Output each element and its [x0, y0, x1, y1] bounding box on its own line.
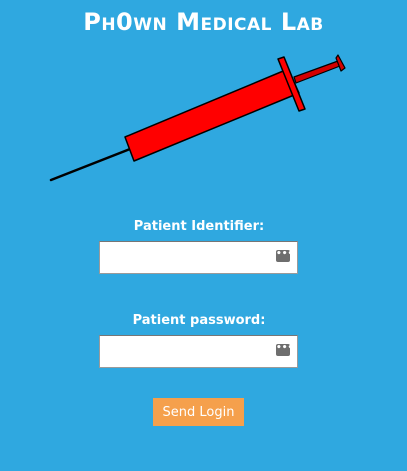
- send-login-button[interactable]: Send Login: [153, 398, 244, 426]
- patient-identifier-input[interactable]: [99, 241, 298, 274]
- patient-identifier-label: Patient Identifier:: [133, 219, 265, 234]
- patient-password-label: Patient password:: [132, 313, 266, 328]
- page-title: Ph0wn Medical Lab: [83, 8, 324, 36]
- password-manager-icon[interactable]: •••: [276, 250, 290, 262]
- syringe-icon: [49, 54, 346, 182]
- password-manager-icon[interactable]: •••: [276, 344, 290, 356]
- patient-password-input[interactable]: [99, 335, 298, 368]
